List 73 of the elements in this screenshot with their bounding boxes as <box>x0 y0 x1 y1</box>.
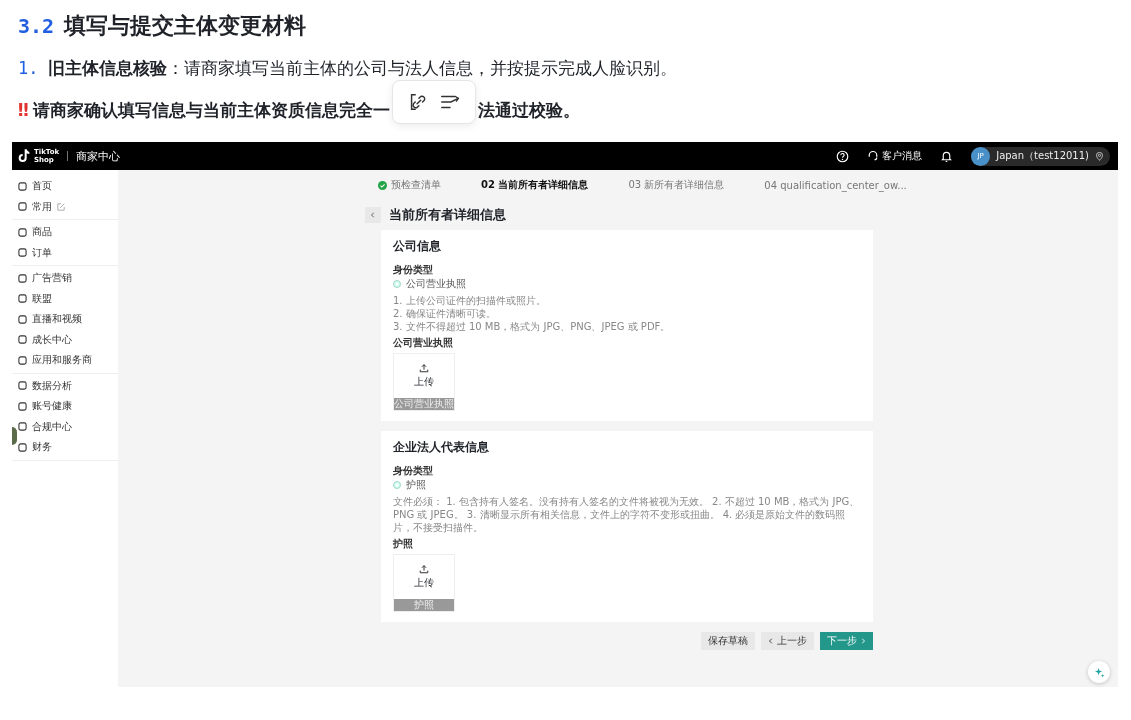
page-title: 当前所有者详细信息 <box>389 206 506 224</box>
sidebar-item[interactable]: 广告营销 <box>18 268 118 289</box>
step-item: 03 新所有者详细信息 <box>628 178 725 192</box>
step-item: 预检查清单 <box>378 178 441 192</box>
chevron-right-icon <box>860 638 866 644</box>
square-icon <box>18 273 27 283</box>
upload-caption: 护照 <box>394 599 454 611</box>
headset-icon <box>867 150 880 162</box>
list-number: 1. <box>18 58 39 78</box>
warning-mark: ‼ <box>18 100 29 120</box>
section-heading: 填写与提交主体变更材料 <box>64 12 307 40</box>
square-icon <box>18 181 27 191</box>
location-pin-icon <box>1095 151 1104 161</box>
hint-text: 1. 上传公司证件的扫描件或照片。 <box>393 294 547 307</box>
bell-icon[interactable] <box>940 149 954 163</box>
upload-icon <box>419 363 429 373</box>
hint-text: 文件必须： 1. 包含持有人签名。没有持有人签名的文件将被视为无效。 2. 不超过 10 MB，格式为 JPG、PNG 或 JPEG。 3. 清晰显示所有相关信息，文件上的字符不变形或扭曲。 4. 必须是原始文件的数码照片，不接受扫描件。 <box>393 495 861 534</box>
square-icon <box>18 294 27 304</box>
square-icon <box>18 401 27 411</box>
warning-text: 法通过校验。 <box>477 98 580 122</box>
hint-text: 2. 确保证件清晰可读。 <box>393 307 497 320</box>
step-item: 04 qualification_center_ow... <box>764 179 907 191</box>
radio-option[interactable]: 护照 <box>393 478 861 492</box>
upload-icon <box>419 564 429 574</box>
help-icon[interactable] <box>836 149 850 163</box>
square-icon <box>18 422 27 432</box>
list-text: 旧主体信息核验：请商家填写当前主体的公司与法人信息，并按提示完成人脸识别。 <box>48 56 678 80</box>
customer-messages-button[interactable]: 客户消息 <box>867 149 923 163</box>
field-label: 身份类型 <box>393 263 434 277</box>
square-icon <box>18 314 27 324</box>
field-label: 公司营业执照 <box>393 336 454 350</box>
upload-box[interactable]: 上传 公司营业执照 <box>393 353 455 411</box>
card-title: 企业法人代表信息 <box>393 439 490 456</box>
sparkle-icon <box>1093 666 1105 678</box>
sidebar-item[interactable]: 常用 <box>18 196 118 217</box>
radio-option[interactable]: 公司营业执照 <box>393 277 861 291</box>
app-title: 商家中心 <box>76 148 121 164</box>
upload-caption: 公司营业执照 <box>394 398 454 410</box>
upload-box[interactable]: 上传 护照 <box>393 554 455 612</box>
field-label: 护照 <box>393 537 414 551</box>
previous-button[interactable]: 上一步 <box>761 632 814 650</box>
sidebar-item[interactable]: 财务 <box>18 437 118 458</box>
sidebar-item[interactable]: 订单 <box>18 242 118 263</box>
sidebar-item[interactable]: 成长中心 <box>18 329 118 350</box>
sidebar-item[interactable]: 数据分析 <box>18 375 118 396</box>
sidebar-item[interactable]: 商品 <box>18 222 118 243</box>
chevron-left-icon <box>370 212 376 218</box>
note-logo-icon <box>16 148 32 164</box>
upload-text: 上传 <box>414 576 434 590</box>
square-icon <box>18 248 27 258</box>
sidebar-item[interactable]: 应用和服务商 <box>18 350 118 371</box>
field-label: 身份类型 <box>393 464 434 478</box>
sidebar-item[interactable]: 首页 <box>18 176 118 197</box>
next-button[interactable]: 下一步 <box>820 632 873 650</box>
upload-text: 上传 <box>414 375 434 389</box>
chevron-left-icon <box>768 638 774 644</box>
save-draft-button[interactable]: 保存草稿 <box>701 632 755 650</box>
square-icon <box>18 227 27 237</box>
floating-handle[interactable] <box>12 427 17 445</box>
sidebar-item[interactable]: 直播和视频 <box>18 309 118 330</box>
square-icon <box>18 381 27 391</box>
section-number: 3.2 <box>18 14 55 38</box>
square-icon <box>18 335 27 345</box>
square-icon <box>18 202 27 212</box>
card-title: 公司信息 <box>393 238 442 255</box>
hint-text: 3. 文件不得超过 10 MB，格式为 JPG、PNG、JPEG 或 PDF。 <box>393 320 672 333</box>
sidebar-item[interactable]: 合规中心 <box>18 416 118 437</box>
step-item: 02 当前所有者详细信息 <box>481 178 589 192</box>
sidebar-item[interactable]: 联盟 <box>18 288 118 309</box>
square-icon <box>18 442 27 452</box>
warning-text: 请商家确认填写信息与当前主体资质信息完全一 <box>32 98 390 122</box>
square-icon <box>18 355 27 365</box>
sidebar-item[interactable]: 账号健康 <box>18 396 118 417</box>
